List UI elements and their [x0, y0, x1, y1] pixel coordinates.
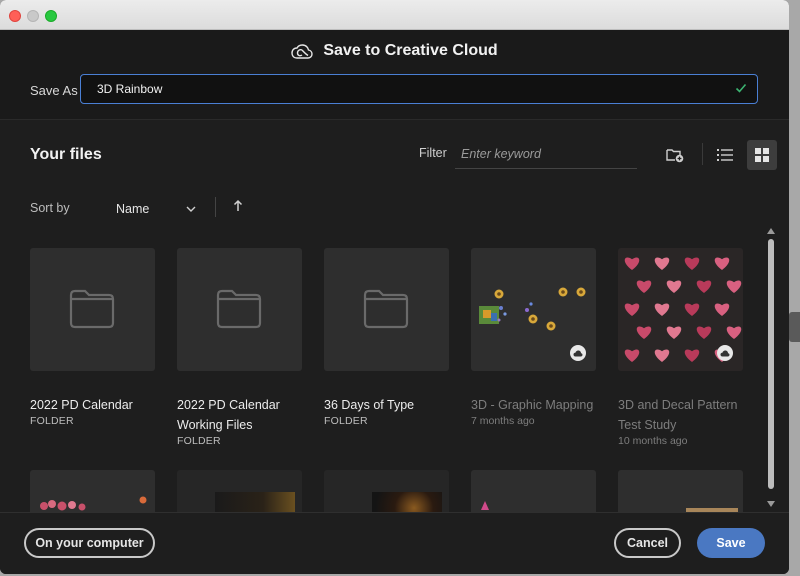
file-meta: 10 months ago [618, 435, 688, 447]
heart-shape [654, 349, 670, 362]
file-name: 2022 PD Calendar Working Files [177, 398, 280, 432]
graphic-mapping-thumbnail [471, 248, 596, 371]
sort-ascending-icon[interactable] [230, 198, 246, 214]
chevron-down-icon [186, 206, 196, 212]
scrollbar-thumb[interactable] [768, 239, 774, 489]
filter-input[interactable] [455, 139, 637, 169]
heart-shape [696, 326, 712, 339]
file-meta: FOLDER [30, 415, 74, 427]
check-icon [735, 83, 747, 93]
new-folder-button[interactable] [660, 140, 690, 170]
file-meta: FOLDER [324, 415, 368, 427]
file-name: 2022 PD Calendar [30, 398, 133, 412]
file-card[interactable]: 2022 PD Calendar Working Files FOLDER [177, 248, 302, 447]
grid-view-button[interactable] [747, 140, 777, 170]
dialog-footer: On your computer Cancel Save [0, 512, 789, 574]
file-card[interactable] [471, 470, 596, 512]
minimize-window-button[interactable] [27, 10, 39, 22]
file-card[interactable] [177, 470, 302, 512]
cloud-document-icon [717, 345, 733, 361]
heart-shape [684, 257, 700, 270]
files-grid: 2022 PD Calendar FOLDER 2022 PD Calendar… [0, 230, 766, 512]
dialog-title: Save to Creative Cloud [0, 42, 789, 60]
heart-shape [684, 303, 700, 316]
close-window-button[interactable] [9, 10, 21, 22]
dark-photo-preview [372, 492, 442, 512]
file-card[interactable] [618, 470, 743, 512]
shape-preview [481, 501, 489, 510]
file-name: 36 Days of Type [324, 398, 415, 412]
window-edge-handle [789, 312, 800, 342]
folder-thumbnail [324, 248, 449, 371]
heart-shape [666, 280, 682, 293]
new-folder-icon [666, 149, 684, 163]
dialog-title-text: Save to Creative Cloud [323, 42, 498, 59]
folder-icon [363, 289, 409, 329]
dark-photo-preview [215, 492, 295, 512]
heart-shape [654, 257, 670, 270]
file-card[interactable] [324, 470, 449, 512]
creative-cloud-icon [291, 44, 314, 59]
file-card[interactable]: 2022 PD Calendar FOLDER [30, 248, 155, 427]
file-meta: FOLDER [177, 435, 221, 447]
sort-by-label: Sort by [30, 201, 70, 215]
file-thumbnail [618, 470, 743, 512]
heart-shape [696, 280, 712, 293]
file-card[interactable]: 3D - Graphic Mapping 7 months ago [471, 248, 596, 427]
heart-shape [684, 349, 700, 362]
grid-view-icon [755, 148, 769, 162]
file-thumbnail [471, 470, 596, 512]
files-scrollbar[interactable] [765, 225, 777, 512]
on-your-computer-button[interactable]: On your computer [24, 528, 155, 558]
window-titlebar [0, 0, 789, 30]
sort-by-value: Name [116, 202, 150, 216]
folder-thumbnail [30, 248, 155, 371]
filter-label: Filter [419, 146, 447, 160]
file-name: 3D - Graphic Mapping [471, 398, 594, 412]
cancel-button[interactable]: Cancel [614, 528, 681, 558]
save-as-input[interactable] [80, 74, 758, 104]
decal-pattern-thumbnail [618, 248, 743, 371]
file-card[interactable]: 36 Days of Type FOLDER [324, 248, 449, 427]
folder-icon [69, 289, 115, 329]
file-meta: 7 months ago [471, 415, 535, 427]
list-view-button[interactable] [710, 140, 740, 170]
toolbar-divider [702, 143, 703, 165]
sort-divider [215, 197, 216, 217]
your-files-heading: Your files [30, 146, 102, 163]
hearts-preview [40, 496, 147, 511]
heart-shape [666, 326, 682, 339]
heart-shape [636, 326, 652, 339]
file-thumbnail [324, 470, 449, 512]
save-dialog-window: Save to Creative Cloud Save As Your file… [0, 0, 789, 574]
file-card[interactable] [30, 470, 155, 512]
heart-shape [624, 257, 640, 270]
save-as-label: Save As [30, 83, 78, 98]
scroll-up-icon[interactable] [767, 228, 775, 234]
file-name: 3D and Decal Pattern Test Study [618, 398, 738, 432]
heart-shape [636, 280, 652, 293]
sort-by-select[interactable]: Name [116, 199, 196, 219]
file-thumbnail [177, 470, 302, 512]
file-thumbnail [30, 470, 155, 512]
heart-shape [714, 303, 730, 316]
dialog-header: Save to Creative Cloud Save As [0, 30, 789, 120]
folder-thumbnail [177, 248, 302, 371]
scroll-down-icon[interactable] [767, 501, 775, 507]
save-button[interactable]: Save [697, 528, 765, 558]
maximize-window-button[interactable] [45, 10, 57, 22]
heart-shape [624, 303, 640, 316]
heart-shape [726, 326, 742, 339]
heart-shape [624, 349, 640, 362]
heart-shape [726, 280, 742, 293]
heart-shape [714, 257, 730, 270]
folder-icon [216, 289, 262, 329]
file-card[interactable]: 3D and Decal Pattern Test Study 10 month… [618, 248, 743, 447]
list-view-icon [717, 149, 733, 161]
cloud-document-icon [570, 345, 586, 361]
heart-shape [654, 303, 670, 316]
